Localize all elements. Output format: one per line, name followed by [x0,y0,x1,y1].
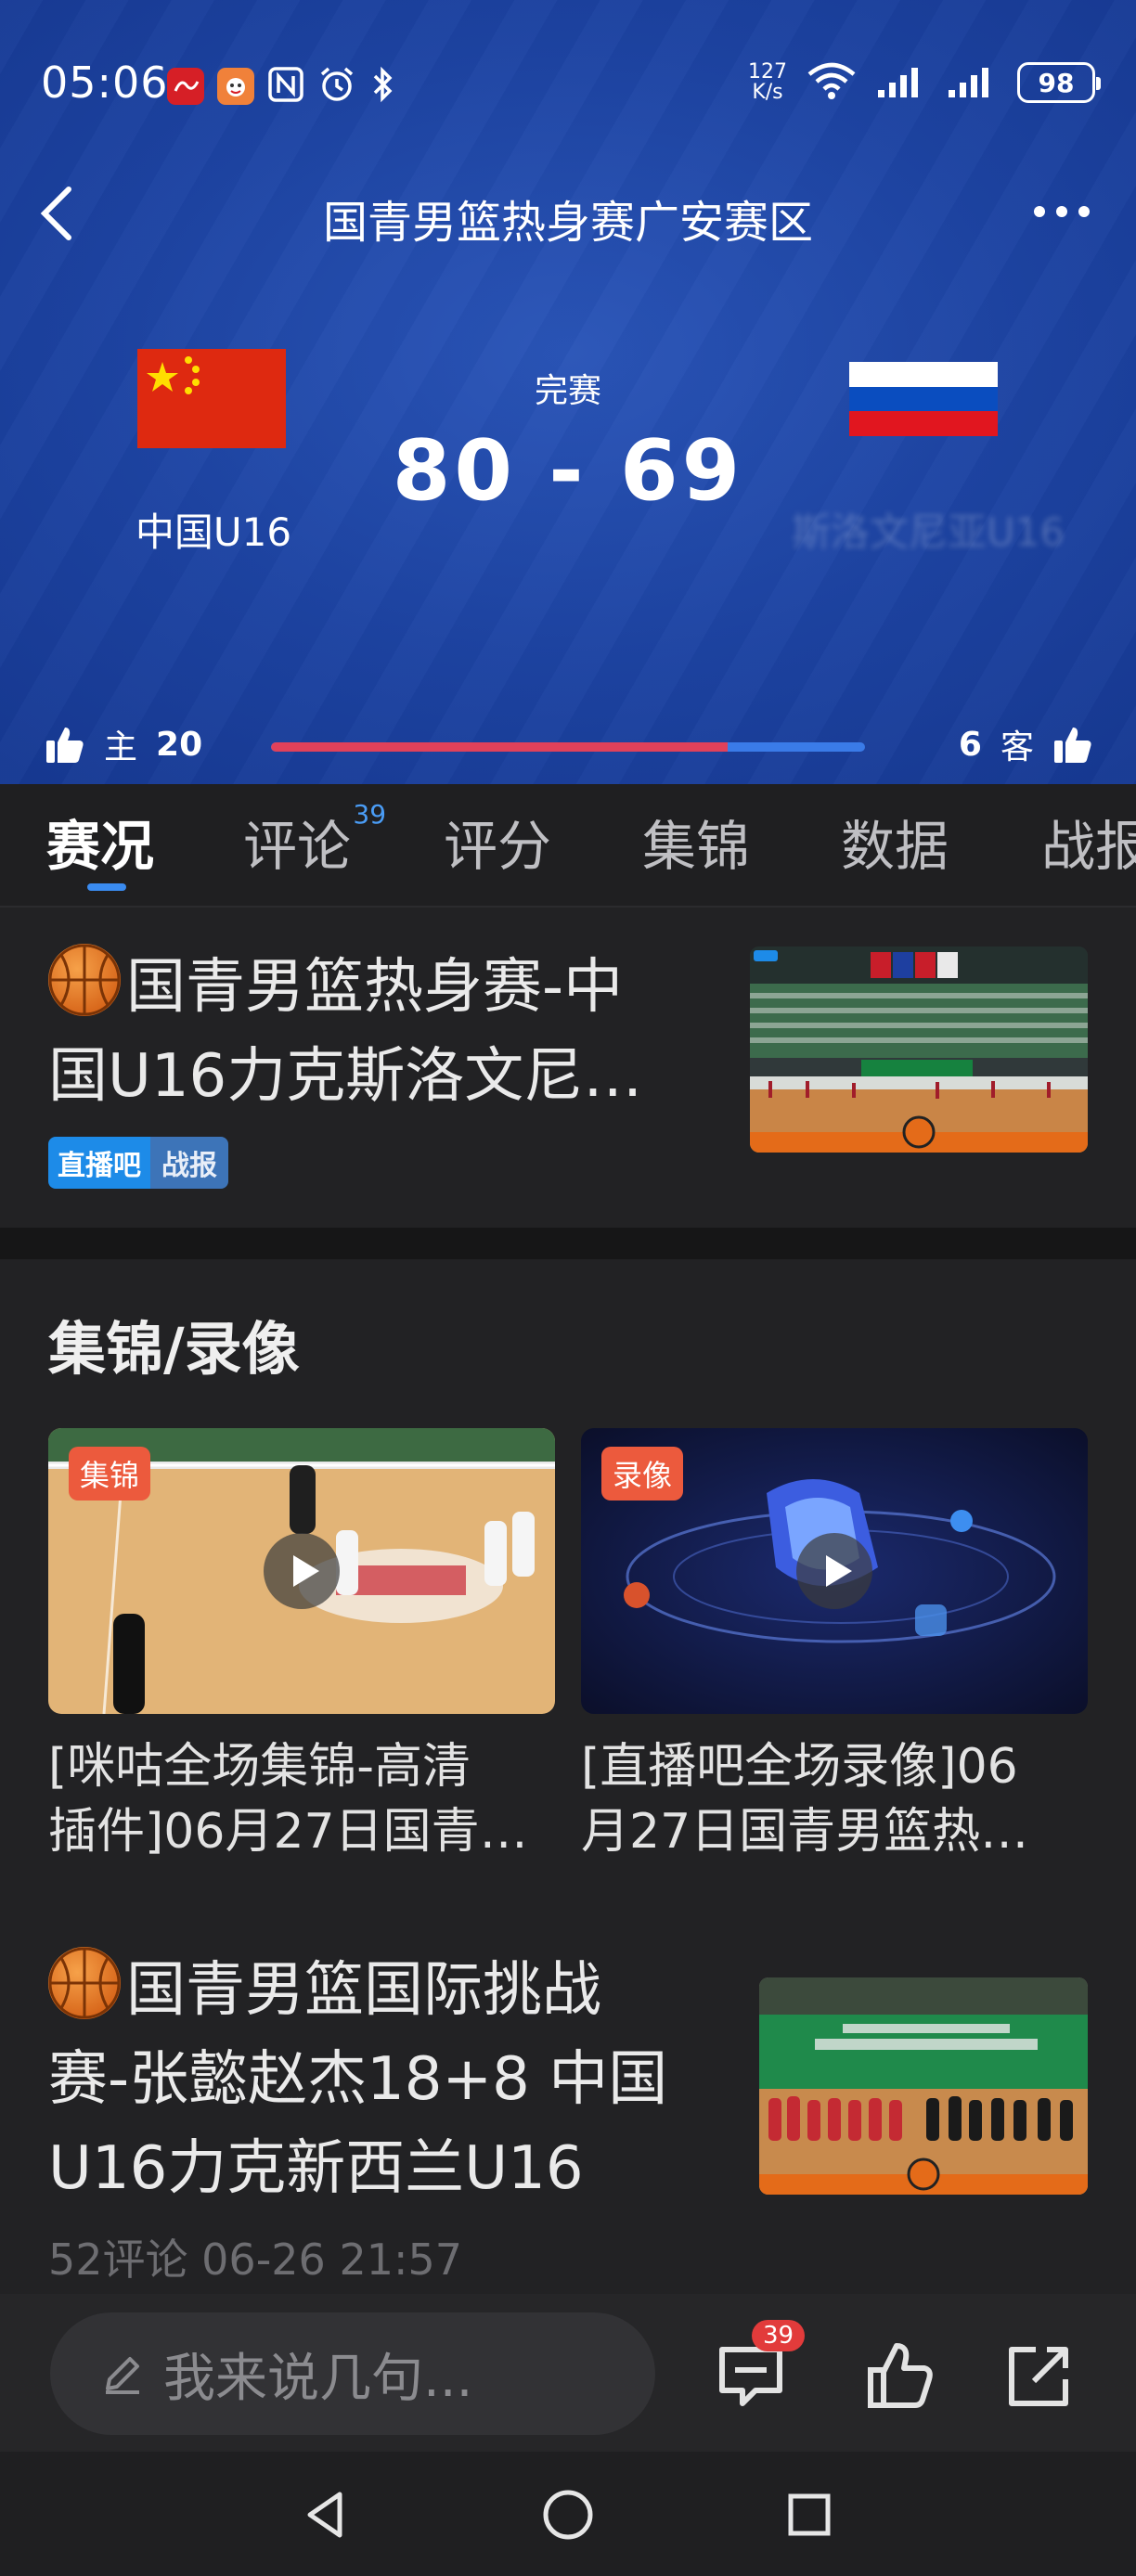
news-thumbnail [750,947,1088,1153]
app-icon-1 [167,68,204,105]
home-like-count: 20 [156,725,203,764]
triangle-back-icon [307,2492,342,2538]
nav-home-button[interactable] [540,2487,596,2543]
tab-comments[interactable]: 评论 39 [243,799,386,881]
tab-stats[interactable]: 数据 [841,803,949,881]
video-card-replay[interactable]: 录像 [直播吧全场录像]06 月27日国青男篮热… [581,1428,1088,1864]
alarm-icon [317,65,356,108]
thumbs-up-icon [1054,728,1091,763]
match-header: 05:06 127 K/s 98 国青男篮热身赛广安赛区 中国U16 斯洛文尼亚… [0,0,1136,784]
bluetooth-icon [369,65,395,108]
status-bar: 05:06 127 K/s 98 [0,0,1136,172]
video-thumbnail: 录像 [581,1428,1088,1714]
status-time: 05:06 [41,58,169,108]
video-tag: 集锦 [69,1447,151,1501]
news-card[interactable]: 国青男篮国际挑战 赛-张懿赵杰18+8 中国 U16力克新西兰U16 52评论 … [0,1946,1136,2299]
away-like-count: 6 [958,725,982,764]
support-ratio-bar [271,742,865,752]
video-title: [咪咕全场集锦-高清 插件]06月27日国青… [48,1739,528,1860]
active-tab-indicator [87,883,126,891]
source-tag-source: 直播吧 [48,1137,150,1189]
home-support-fill [271,742,729,752]
tab-ratings[interactable]: 评分 [444,803,551,881]
match-score: 80 - 69 [392,422,744,520]
basketball-icon [48,1947,121,2019]
tab-bar: 赛况 评论 39 评分 集锦 数据 战报 [0,784,1136,908]
comment-bar: 我来说几句... 39 [0,2294,1136,2452]
net-speed: 127 K/s [748,60,787,104]
away-like-label: 客 [1000,728,1034,766]
pencil-icon [106,2357,139,2394]
signal-icon [876,62,928,103]
signal-icon-2 [947,62,999,103]
section-divider [0,1228,1136,1259]
app-icon-2 [217,68,254,105]
nav-recents-button[interactable] [781,2487,837,2543]
circle-home-icon [543,2490,593,2540]
tab-comments-badge: 39 [353,799,387,830]
wifi-icon [806,61,858,104]
battery-indicator: 98 [1017,62,1101,103]
system-navigation-bar [0,2452,1136,2576]
news-title-line1: 国青男篮热身赛-中 [126,953,624,1022]
square-recents-icon [788,2493,831,2536]
more-options-button[interactable] [1034,206,1090,217]
nav-back-button[interactable] [299,2487,355,2543]
news-title: 国青男篮热身赛-中 国U16力克斯洛文尼… [48,943,698,1121]
status-icons-left [167,65,395,108]
news-meta: 52评论 06-26 21:57 [48,2235,463,2285]
highlights-section: 集锦/录像 集锦 [咪咕全场集锦-高清 插件]06月27日国青… 录像 [直播吧… [0,1259,1136,2294]
comment-count-badge: 39 [752,2320,806,2351]
section-title: 集锦/录像 [48,1315,300,1383]
home-like-label: 主 [104,728,138,766]
play-icon[interactable] [264,1533,340,1609]
nfc-icon [267,66,304,107]
tab-comments-label: 评论 [243,815,352,878]
video-thumbnail: 集锦 [48,1428,555,1714]
tab-highlights[interactable]: 集锦 [642,803,750,881]
away-like-button[interactable]: 6 客 [959,720,1093,768]
home-like-button[interactable]: 主 20 [45,720,202,768]
comment-input[interactable]: 我来说几句... [50,2312,655,2435]
news-title: 国青男篮国际挑战 赛-张懿赵杰18+8 中国 U16力克新西兰U16 [48,1946,754,2213]
share-icon [1009,2347,1068,2406]
news-thumbnail [759,1977,1088,2195]
tab-report[interactable]: 战报 [1041,803,1136,881]
video-tag: 录像 [601,1447,684,1501]
support-row: 主 20 6 客 [0,715,1136,779]
source-tag: 直播吧 战报 [48,1137,228,1189]
source-tag-type: 战报 [150,1137,228,1189]
play-icon[interactable] [796,1533,872,1609]
video-card-highlights[interactable]: 集锦 [咪咕全场集锦-高清 插件]06月27日国青… [48,1428,555,1864]
news-title-line2: 国U16力克斯洛文尼… [48,1042,643,1111]
share-button[interactable] [1002,2338,1077,2413]
video-title: [直播吧全场录像]06 月27日国青男篮热… [581,1739,1029,1860]
like-button[interactable] [863,2338,937,2413]
comment-placeholder: 我来说几句... [163,2348,473,2409]
news-card[interactable]: 国青男篮热身赛-中 国U16力克斯洛文尼… 直播吧 战报 [0,908,1136,1228]
page-title: 国青男篮热身赛广安赛区 [322,197,813,249]
thumbs-up-icon [868,2343,933,2408]
status-icons-right: 127 K/s 98 [748,60,1101,104]
thumbs-up-icon [46,728,84,763]
comments-button[interactable]: 39 [715,2320,806,2413]
match-status: 完赛 [534,372,601,410]
basketball-icon [48,944,121,1016]
tab-match-status[interactable]: 赛况 [46,803,154,881]
